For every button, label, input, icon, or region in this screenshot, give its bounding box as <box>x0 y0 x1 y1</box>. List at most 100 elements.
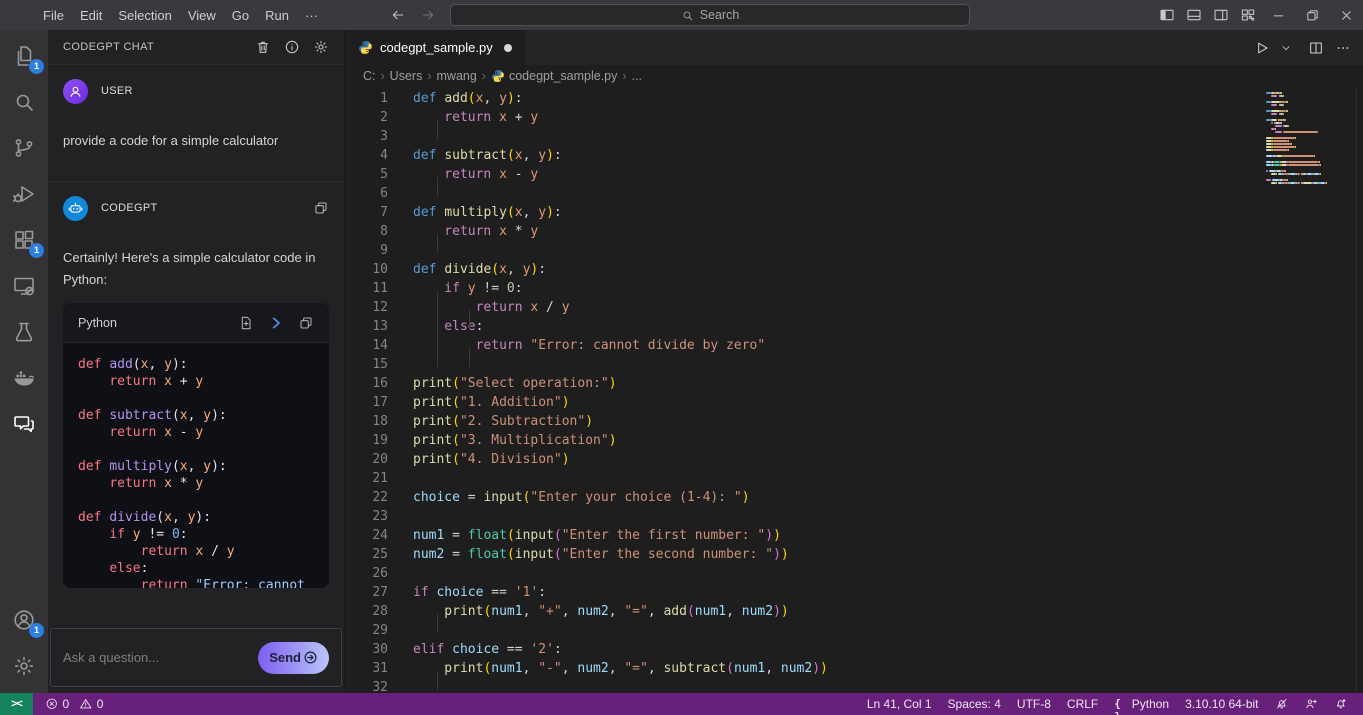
code-language-label: Python <box>78 316 117 330</box>
line-content: return "Error: cannot divide by zero" <box>413 336 765 355</box>
remote-indicator[interactable]: >< <box>0 693 33 715</box>
activity-item-search[interactable] <box>0 79 48 125</box>
breadcrumb-separator: › <box>620 69 628 83</box>
line-content: print("1. Addition") <box>413 393 570 412</box>
chevron-down-icon[interactable] <box>1277 36 1301 60</box>
minimap-line <box>1266 173 1348 175</box>
minimap[interactable] <box>1266 92 1348 188</box>
chevron-right-icon[interactable] <box>268 315 284 331</box>
line-content: num2 = float(input("Enter the second num… <box>413 545 789 564</box>
global-search-box[interactable]: Search <box>450 4 970 26</box>
info-icon[interactable] <box>284 39 300 55</box>
trash-icon[interactable] <box>255 39 271 55</box>
activity-item-testing[interactable] <box>0 309 48 355</box>
status-bell-slash-icon[interactable] <box>1267 693 1297 715</box>
editor-group: codegpt_sample.py C:›Users›mwang›codegpt… <box>345 30 1363 693</box>
code-line: 2return x + y <box>345 108 1363 127</box>
minimap-line <box>1266 146 1348 148</box>
back-arrow-icon[interactable] <box>390 7 406 23</box>
line-number: 10 <box>345 260 388 279</box>
tab-label: codegpt_sample.py <box>380 40 493 55</box>
layout-grid-icon[interactable] <box>1234 0 1261 30</box>
menu-file[interactable]: File <box>35 0 72 30</box>
line-number: 25 <box>345 545 388 564</box>
status-0[interactable]: 0 <box>71 693 111 715</box>
code-block-line: return x * y <box>78 475 314 492</box>
line-content: def multiply(x, y): <box>413 203 562 222</box>
code-line: 18print("2. Subtraction") <box>345 412 1363 431</box>
minimap-line <box>1266 137 1348 139</box>
layout-sidebar-icon[interactable] <box>1153 0 1180 30</box>
activity-item-account[interactable]: 1 <box>0 597 48 643</box>
minimap-line <box>1266 143 1348 145</box>
status-ln-41-col-1[interactable]: Ln 41, Col 1 <box>859 693 940 715</box>
activity-item-codegpt-chat[interactable] <box>0 401 48 447</box>
status-spaces-4[interactable]: Spaces: 4 <box>940 693 1009 715</box>
minimap-line <box>1266 110 1348 112</box>
line-number: 31 <box>345 659 388 678</box>
send-button[interactable]: Send <box>258 642 329 674</box>
status-3-10-10-64-bit[interactable]: 3.10.10 64-bit <box>1177 693 1266 715</box>
menu-run[interactable]: Run <box>257 0 297 30</box>
chat-input-placeholder: Ask a question... <box>63 650 159 665</box>
minimap-line <box>1266 107 1348 109</box>
code-line: 24num1 = float(input("Enter the first nu… <box>345 526 1363 545</box>
activity-item-docker[interactable] <box>0 355 48 401</box>
status-feedback-icon[interactable] <box>1296 693 1326 715</box>
menu-view[interactable]: View <box>180 0 224 30</box>
copy-icon[interactable] <box>298 315 314 331</box>
minimap-line <box>1266 125 1348 127</box>
menu-edit[interactable]: Edit <box>72 0 110 30</box>
ellipsis-icon[interactable] <box>1331 36 1355 60</box>
code-block-body: def add(x, y): return x + y def subtract… <box>63 343 329 588</box>
status-crlf[interactable]: CRLF <box>1059 693 1106 715</box>
line-number: 24 <box>345 526 388 545</box>
code-editor[interactable]: 1def add(x, y):2return x + y34def subtra… <box>345 87 1363 693</box>
search-icon <box>681 9 694 22</box>
activity-item-explorer[interactable]: 1 <box>0 33 48 79</box>
breadcrumb-item[interactable]: ... <box>632 69 642 83</box>
activity-item-source-control[interactable] <box>0 125 48 171</box>
file-plus-icon[interactable] <box>238 315 254 331</box>
activity-item-extensions[interactable]: 1 <box>0 217 48 263</box>
code-block-header: Python <box>63 303 329 343</box>
line-content: elif choice == '2': <box>413 640 562 659</box>
breadcrumb-item[interactable]: Users <box>390 69 423 83</box>
code-line: 12return x / y <box>345 298 1363 317</box>
status-utf-8[interactable]: UTF-8 <box>1009 693 1059 715</box>
code-line: 31 print(num1, "-", num2, "=", subtract(n… <box>345 659 1363 678</box>
activity-item-run-debug[interactable] <box>0 171 48 217</box>
status-0[interactable]: 0 <box>37 693 71 715</box>
minimap-line <box>1266 167 1348 169</box>
menu-selection[interactable]: Selection <box>110 0 179 30</box>
play-icon[interactable] <box>1250 36 1274 60</box>
gear-icon[interactable] <box>313 39 329 55</box>
layout-sidebar-right-icon[interactable] <box>1207 0 1234 30</box>
chat-input[interactable]: Ask a question... Send <box>50 628 342 687</box>
line-number: 4 <box>345 146 388 165</box>
minimize-icon[interactable] <box>1261 0 1295 30</box>
code-block-line: return x / y <box>78 543 314 560</box>
close-icon[interactable] <box>1329 0 1363 30</box>
activity-item-settings[interactable] <box>0 643 48 689</box>
breadcrumb-item[interactable]: C: <box>363 69 376 83</box>
forward-arrow-icon[interactable] <box>420 7 436 23</box>
breadcrumb-item[interactable]: mwang <box>437 69 477 83</box>
status-python[interactable]: { }Python <box>1106 693 1177 715</box>
line-number: 32 <box>345 678 388 693</box>
restore-icon[interactable] <box>1295 0 1329 30</box>
menu-···[interactable]: ··· <box>297 0 326 30</box>
copy-response-icon[interactable] <box>313 200 329 216</box>
tab-codegpt-sample[interactable]: codegpt_sample.py <box>345 30 525 65</box>
line-content: print(num1, "-", num2, "=", subtract(num… <box>413 659 828 678</box>
breadcrumb-separator: › <box>379 69 387 83</box>
menu-go[interactable]: Go <box>224 0 257 30</box>
split-editor-icon[interactable] <box>1304 36 1328 60</box>
layout-panel-icon[interactable] <box>1180 0 1207 30</box>
minimap-line <box>1266 185 1348 187</box>
minimap-line <box>1266 155 1348 157</box>
line-number: 16 <box>345 374 388 393</box>
breadcrumb-item[interactable]: codegpt_sample.py <box>491 69 617 83</box>
status-bell-icon[interactable] <box>1326 693 1356 715</box>
activity-item-remote-explorer[interactable] <box>0 263 48 309</box>
